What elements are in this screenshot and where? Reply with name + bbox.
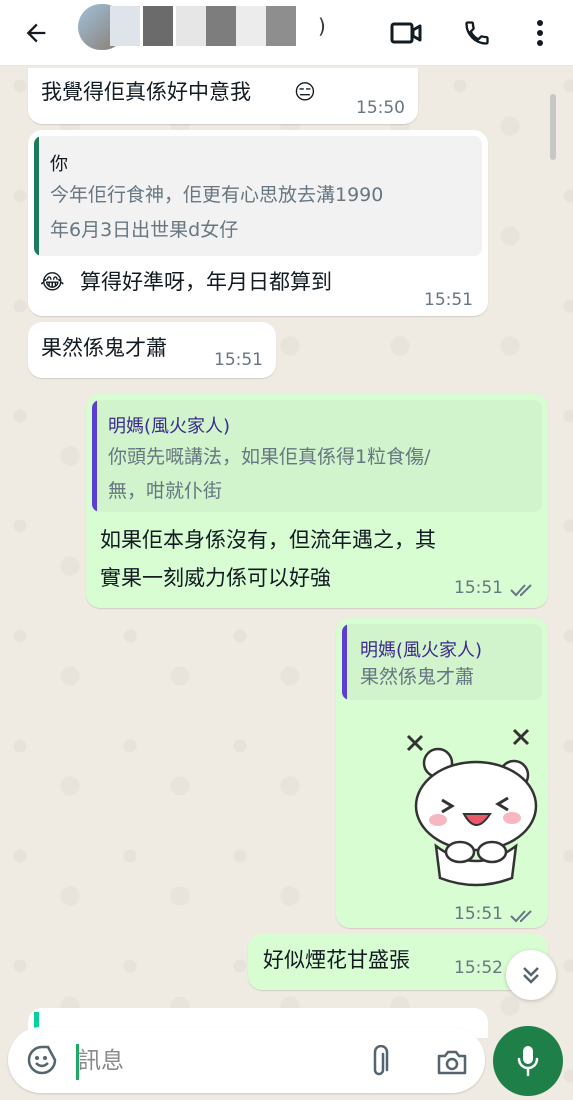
quote-accent-bar: [342, 624, 347, 700]
tears-of-joy-emoji-icon: 😂: [40, 270, 65, 294]
quoted-sender: 你: [50, 154, 68, 175]
read-ticks-icon: [510, 910, 532, 923]
emoji-icon: [27, 1045, 57, 1075]
message-time: 15:52: [454, 958, 503, 978]
quoted-message[interactable]: 明媽(風火家人) 果然係鬼才蕭: [342, 624, 542, 700]
message-text: 實果一刻威力係可以好強: [100, 566, 331, 590]
quoted-text: 年6月3日出世果d女仔: [50, 219, 239, 241]
outgoing-message[interactable]: 好似煙花甘盛張 15:52: [248, 934, 548, 990]
incoming-message[interactable]: 果然係鬼才蕭 15:51: [28, 322, 276, 378]
quoted-text: 你頭先嘅講法，如果佢真係得1粒食傷/: [108, 446, 431, 468]
message-text: 果然係鬼才蕭: [41, 336, 167, 360]
more-options-button[interactable]: [522, 13, 558, 53]
camera-button[interactable]: [432, 1042, 472, 1082]
quoted-sender: 明媽(風火家人): [108, 416, 231, 437]
redacted-name-block: [176, 6, 206, 46]
expressionless-emoji-icon: 😑: [294, 80, 316, 104]
attach-icon: [373, 1045, 389, 1076]
redacted-name-block: [236, 6, 266, 46]
message-time: 15:51: [454, 578, 503, 598]
message-text: 如果佢本身係沒有，但流年遇之，其: [100, 528, 436, 552]
video-call-button[interactable]: [386, 13, 426, 53]
message-time: 15:50: [356, 98, 405, 118]
double-chevron-down-icon: [523, 967, 539, 984]
quote-accent-bar: [92, 400, 97, 512]
redacted-name-block: [266, 6, 296, 46]
emoji-button[interactable]: [22, 1040, 62, 1080]
quoted-text: 無，咁就仆街: [108, 480, 223, 502]
quoted-message[interactable]: 你 今年佢行食神，佢更有心思放去溝1990 年6月3日出世果d女仔: [34, 136, 482, 256]
phone-icon: [465, 21, 489, 45]
back-button[interactable]: [16, 13, 56, 53]
quoted-text: 今年佢行食神，佢更有心思放去溝1990: [50, 184, 384, 206]
quoted-text: 果然係鬼才蕭: [360, 666, 475, 688]
laughing-bear-sticker: [406, 728, 538, 887]
scroll-to-bottom-button[interactable]: [506, 950, 556, 1000]
scrollbar[interactable]: [550, 94, 556, 160]
chat-header: ): [0, 0, 573, 66]
incoming-message[interactable]: 你 今年佢行食神，佢更有心思放去溝1990 年6月3日出世果d女仔 😂 算得好準…: [28, 130, 488, 316]
voice-record-button[interactable]: [493, 1026, 563, 1096]
redacted-name-block: [143, 6, 173, 46]
read-ticks-icon: [510, 584, 532, 597]
message-input[interactable]: [78, 1042, 348, 1080]
message-time: 15:51: [454, 904, 503, 924]
message-text: 好似煙花甘盛張: [263, 948, 410, 972]
message-text: 我覺得佢真係好中意我: [41, 80, 251, 104]
video-call-icon: [390, 22, 422, 44]
quoted-sender: 明媽(風火家人): [360, 640, 483, 661]
more-vertical-icon: [537, 20, 543, 46]
redacted-name-block: [110, 6, 140, 46]
message-text: 算得好準呀，年月日都算到: [80, 270, 332, 294]
outgoing-message[interactable]: 明媽(風火家人) 你頭先嘅講法，如果佢真係得1粒食傷/ 無，咁就仆街 如果佢本身…: [86, 394, 548, 608]
outgoing-message[interactable]: 明媽(風火家人) 果然係鬼才蕭 15:51: [336, 618, 548, 928]
quoted-message[interactable]: 明媽(風火家人) 你頭先嘅講法，如果佢真係得1粒食傷/ 無，咁就仆街: [92, 400, 542, 512]
quote-accent-bar: [34, 136, 39, 256]
voice-call-button[interactable]: [457, 13, 497, 53]
message-time: 15:51: [214, 350, 263, 370]
attach-button[interactable]: [360, 1042, 398, 1082]
mic-icon: [517, 1046, 539, 1077]
contact-name[interactable]: ): [318, 14, 326, 38]
redacted-name-block: [206, 6, 236, 46]
message-time: 15:51: [424, 290, 473, 310]
back-arrow-icon: [26, 23, 46, 43]
camera-icon: [437, 1050, 467, 1075]
incoming-message[interactable]: 我覺得佢真係好中意我 😑 15:50: [28, 68, 418, 124]
